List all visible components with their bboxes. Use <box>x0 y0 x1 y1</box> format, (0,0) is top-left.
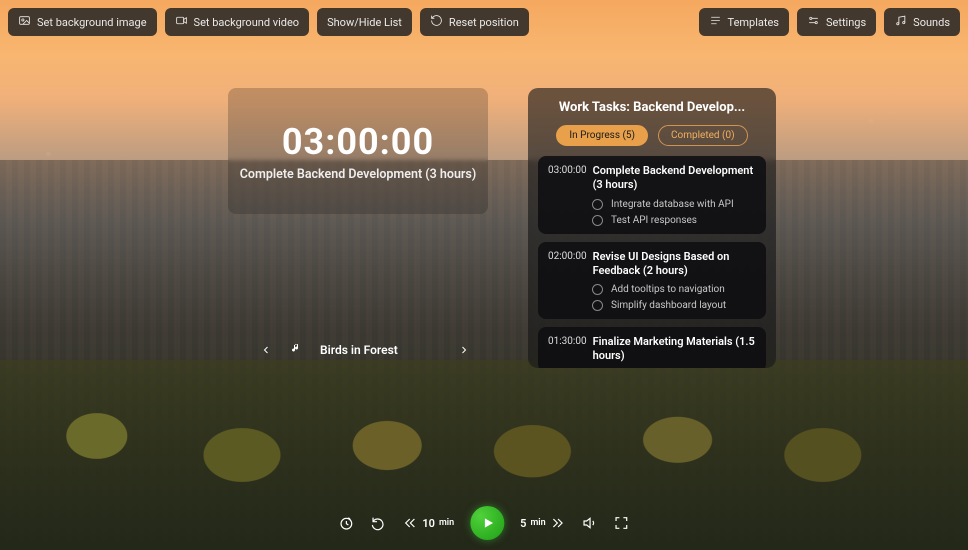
undo-button[interactable] <box>370 515 386 531</box>
task-tabs: In Progress (5) Completed (0) <box>538 125 766 146</box>
sound-next-button[interactable] <box>458 344 470 356</box>
task-name: Finalize Marketing Materials (1.5 hours) <box>593 335 756 364</box>
set-background-image-button[interactable]: Set background image <box>8 8 157 36</box>
timer-task-label: Complete Backend Development (3 hours) <box>240 167 477 182</box>
checkbox-empty-icon[interactable] <box>592 199 603 210</box>
task-card[interactable]: 01:30:00 Finalize Marketing Materials (1… <box>538 327 766 368</box>
sounds-label: Sounds <box>913 16 950 29</box>
settings-label: Settings <box>826 16 866 29</box>
checkbox-empty-icon[interactable] <box>592 215 603 226</box>
subtask-item[interactable]: Integrate database with API <box>592 199 756 210</box>
settings-icon <box>807 14 820 30</box>
undo-icon <box>370 515 386 531</box>
volume-button[interactable] <box>582 515 598 531</box>
toggle-list-button[interactable]: Show/Hide List <box>317 8 412 36</box>
rewind-icon <box>402 515 418 531</box>
task-name: Complete Backend Development (3 hours) <box>593 164 756 193</box>
subtask-label: Integrate database with API <box>611 199 734 210</box>
task-card[interactable]: 02:00:00 Revise UI Designs Based on Feed… <box>538 242 766 320</box>
play-icon <box>481 516 495 530</box>
timer-icon <box>338 515 354 531</box>
subtask-label: Simplify dashboard layout <box>611 300 726 311</box>
rewind-unit: min <box>439 518 454 528</box>
reset-position-button[interactable]: Reset position <box>420 8 529 36</box>
sound-selector: Birds in Forest <box>260 342 470 357</box>
sound-track-label: Birds in Forest <box>320 343 398 357</box>
rewind-amount: 10 <box>422 517 435 530</box>
task-panel[interactable]: Work Tasks: Backend Develop... In Progre… <box>528 88 776 368</box>
video-icon <box>175 14 188 30</box>
fullscreen-icon <box>614 515 630 531</box>
timer-panel[interactable]: 03:00:00 Complete Backend Development (3… <box>228 88 488 214</box>
task-duration: 01:30:00 <box>548 335 587 347</box>
sound-prev-button[interactable] <box>260 344 272 356</box>
reset-position-label: Reset position <box>449 16 519 29</box>
forward-amount: 5 <box>520 517 526 530</box>
task-duration: 03:00:00 <box>548 164 587 176</box>
timer-display: 03:00:00 <box>282 121 434 163</box>
top-toolbar: Set background image Set background vide… <box>8 8 960 36</box>
timer-mode-button[interactable] <box>338 515 354 531</box>
checkbox-empty-icon[interactable] <box>592 284 603 295</box>
image-icon <box>18 14 31 30</box>
set-background-image-label: Set background image <box>37 16 147 29</box>
subtask-item[interactable]: Add tooltips to navigation <box>592 284 756 295</box>
toggle-list-label: Show/Hide List <box>327 16 402 29</box>
forward-icon <box>550 515 566 531</box>
templates-button[interactable]: Templates <box>699 8 789 36</box>
forward-unit: min <box>530 518 545 528</box>
set-background-video-button[interactable]: Set background video <box>165 8 310 36</box>
task-name: Revise UI Designs Based on Feedback (2 h… <box>593 250 756 279</box>
top-toolbar-right: Templates Settings Sounds <box>699 8 960 36</box>
subtask-item[interactable]: Test API responses <box>592 215 756 226</box>
reset-icon <box>430 14 443 30</box>
playback-controls: 10 min 5 min <box>338 506 629 540</box>
tab-completed[interactable]: Completed (0) <box>658 125 748 146</box>
set-background-video-label: Set background video <box>194 16 300 29</box>
rewind-button[interactable]: 10 min <box>402 515 454 531</box>
settings-button[interactable]: Settings <box>797 8 876 36</box>
play-button[interactable] <box>470 506 504 540</box>
volume-icon <box>582 515 598 531</box>
task-duration: 02:00:00 <box>548 250 587 262</box>
forward-button[interactable]: 5 min <box>520 515 565 531</box>
checkbox-empty-icon[interactable] <box>592 300 603 311</box>
top-toolbar-left: Set background image Set background vide… <box>8 8 529 36</box>
fullscreen-button[interactable] <box>614 515 630 531</box>
subtask-label: Test API responses <box>611 215 697 226</box>
tab-in-progress[interactable]: In Progress (5) <box>556 125 648 146</box>
music-note-icon <box>894 14 907 30</box>
sounds-button[interactable]: Sounds <box>884 8 960 36</box>
subtask-item[interactable]: Simplify dashboard layout <box>592 300 756 311</box>
templates-label: Templates <box>728 16 779 29</box>
task-card[interactable]: 03:00:00 Complete Backend Development (3… <box>538 156 766 234</box>
subtask-label: Add tooltips to navigation <box>611 284 725 295</box>
task-panel-title: Work Tasks: Backend Develop... <box>538 100 766 115</box>
templates-icon <box>709 14 722 30</box>
music-note-icon <box>290 342 302 357</box>
